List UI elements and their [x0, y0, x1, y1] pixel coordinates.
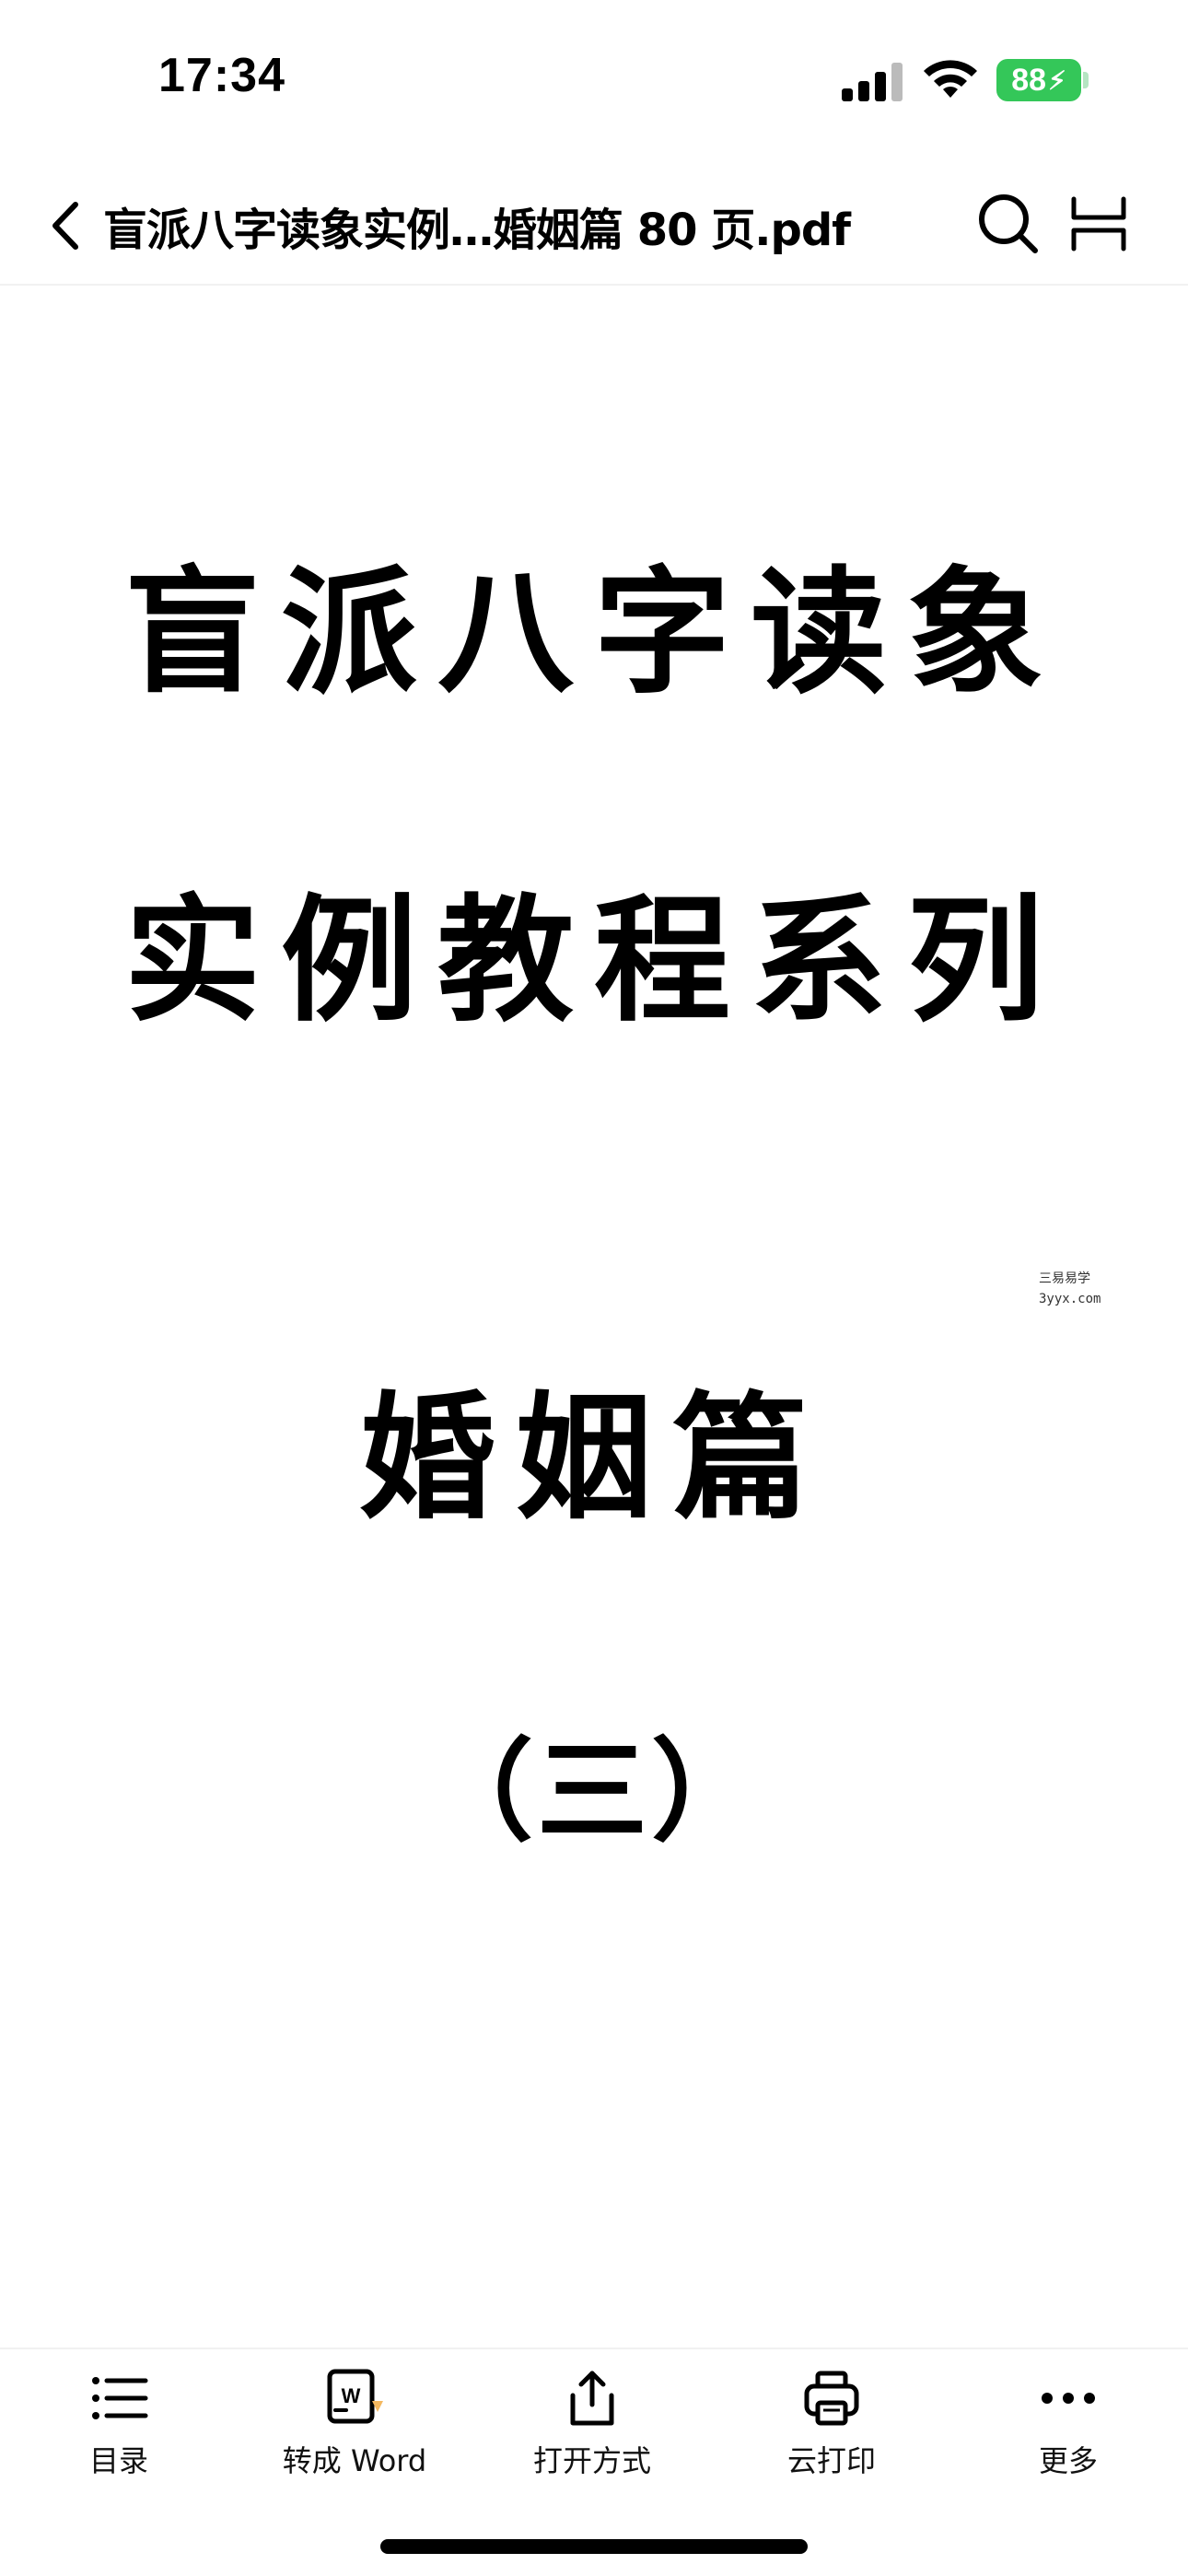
watermark: 三易易学 3yyx.com	[1039, 1269, 1101, 1309]
svg-text:W: W	[342, 2384, 361, 2407]
bottom-toolbar: 目录 W 转成 Word 打开方式 云打印 更多	[0, 2348, 1188, 2495]
cloud-print-label: 云打印	[786, 2443, 876, 2478]
watermark-line-2: 3yyx.com	[1039, 1292, 1101, 1306]
printer-icon	[804, 2371, 859, 2426]
list-icon	[92, 2377, 148, 2419]
cover-title-line-2: 实例教程系列	[124, 880, 1064, 1040]
battery-charging-icon: 88 ⚡︎	[996, 59, 1081, 101]
more-dots-icon	[1042, 2393, 1095, 2404]
more-button[interactable]: 更多	[967, 2368, 1170, 2488]
word-convert-icon: W	[327, 2369, 383, 2424]
bolt-icon: ⚡︎	[1048, 65, 1066, 95]
share-icon	[570, 2371, 614, 2426]
cover-subtitle: 婚姻篇	[359, 1377, 829, 1538]
status-bar: 17:34 88 ⚡︎	[0, 0, 1188, 157]
cover-volume-number: （三）	[423, 1727, 765, 1856]
cover-title-line-1: 盲派八字读象	[124, 552, 1064, 712]
cloud-print-button[interactable]: 云打印	[730, 2368, 933, 2488]
convert-word-button[interactable]: W 转成 Word	[253, 2368, 456, 2488]
status-time: 17:34	[158, 49, 285, 102]
home-indicator[interactable]	[380, 2539, 808, 2554]
more-label: 更多	[1038, 2443, 1098, 2478]
document-title: 盲派八字读象实例…婚姻篇 80 页.pdf	[103, 205, 851, 256]
wifi-icon	[924, 60, 977, 98]
open-with-button[interactable]: 打开方式	[491, 2368, 693, 2488]
toc-label: 目录	[88, 2443, 148, 2478]
battery-level: 88	[1011, 62, 1047, 98]
nav-bar: 盲派八字读象实例…婚姻篇 80 页.pdf	[0, 166, 1188, 286]
battery-tip	[1083, 72, 1089, 88]
pdf-page: 盲派八字读象 实例教程系列 三易易学 3yyx.com 婚姻篇 （三）	[0, 287, 1188, 2348]
layout-icon[interactable]	[1068, 192, 1129, 256]
convert-word-label: 转成 Word	[282, 2443, 427, 2478]
pdf-viewer-screen: 17:34 88 ⚡︎ 盲派八字读象实例…婚姻篇 80 页.pdf 盲派八字读象…	[0, 0, 1188, 2576]
signal-icon	[842, 63, 903, 101]
watermark-line-1: 三易易学	[1039, 1271, 1090, 1286]
open-with-label: 打开方式	[532, 2443, 651, 2478]
search-icon[interactable]	[976, 192, 1041, 256]
back-chevron-icon[interactable]	[41, 195, 96, 256]
toc-button[interactable]: 目录	[17, 2368, 220, 2488]
